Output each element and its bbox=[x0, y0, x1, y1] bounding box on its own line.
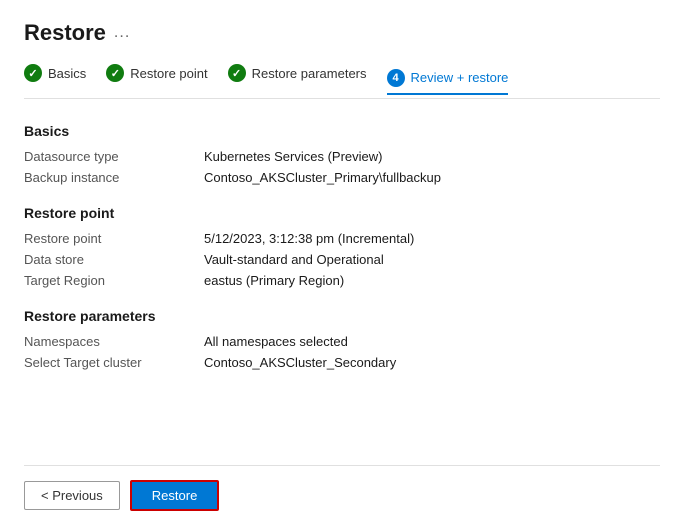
basics-section-title: Basics bbox=[24, 123, 660, 139]
content-area: Basics Datasource type Kubernetes Servic… bbox=[24, 123, 660, 465]
field-label-target-region: Target Region bbox=[24, 273, 204, 288]
step-basics[interactable]: Basics bbox=[24, 64, 86, 88]
restore-parameters-section: Restore parameters Namespaces All namesp… bbox=[24, 308, 660, 370]
step-basics-label: Basics bbox=[48, 66, 86, 81]
step-basics-check-icon bbox=[24, 64, 42, 82]
restore-parameters-section-title: Restore parameters bbox=[24, 308, 660, 324]
step-restore-parameters-check-icon bbox=[228, 64, 246, 82]
step-review-restore-number-icon: 4 bbox=[387, 69, 405, 87]
restore-point-section-title: Restore point bbox=[24, 205, 660, 221]
field-label-namespaces: Namespaces bbox=[24, 334, 204, 349]
field-value-restore-point: 5/12/2023, 3:12:38 pm (Incremental) bbox=[204, 231, 414, 246]
field-label-data-store: Data store bbox=[24, 252, 204, 267]
step-restore-parameters[interactable]: Restore parameters bbox=[228, 64, 367, 88]
field-value-target-region: eastus (Primary Region) bbox=[204, 273, 344, 288]
basics-section: Basics Datasource type Kubernetes Servic… bbox=[24, 123, 660, 185]
step-restore-point[interactable]: Restore point bbox=[106, 64, 207, 88]
field-label-target-cluster: Select Target cluster bbox=[24, 355, 204, 370]
step-restore-point-label: Restore point bbox=[130, 66, 207, 81]
field-label-restore-point: Restore point bbox=[24, 231, 204, 246]
restore-button[interactable]: Restore bbox=[130, 480, 220, 511]
field-row-namespaces: Namespaces All namespaces selected bbox=[24, 334, 660, 349]
field-value-backup-instance: Contoso_AKSCluster_Primary\fullbackup bbox=[204, 170, 441, 185]
field-label-backup-instance: Backup instance bbox=[24, 170, 204, 185]
step-review-restore-label: Review + restore bbox=[411, 70, 509, 85]
field-label-datasource: Datasource type bbox=[24, 149, 204, 164]
page-title: Restore bbox=[24, 20, 106, 46]
wizard-steps: Basics Restore point Restore parameters … bbox=[24, 64, 660, 99]
step-restore-parameters-label: Restore parameters bbox=[252, 66, 367, 81]
field-value-datasource: Kubernetes Services (Preview) bbox=[204, 149, 382, 164]
field-value-data-store: Vault-standard and Operational bbox=[204, 252, 384, 267]
field-row-restore-point: Restore point 5/12/2023, 3:12:38 pm (Inc… bbox=[24, 231, 660, 246]
field-row-backup-instance: Backup instance Contoso_AKSCluster_Prima… bbox=[24, 170, 660, 185]
field-row-target-cluster: Select Target cluster Contoso_AKSCluster… bbox=[24, 355, 660, 370]
field-value-target-cluster: Contoso_AKSCluster_Secondary bbox=[204, 355, 396, 370]
field-row-data-store: Data store Vault-standard and Operationa… bbox=[24, 252, 660, 267]
step-review-restore[interactable]: 4 Review + restore bbox=[387, 69, 509, 95]
field-value-namespaces: All namespaces selected bbox=[204, 334, 348, 349]
previous-button[interactable]: < Previous bbox=[24, 481, 120, 510]
restore-point-section: Restore point Restore point 5/12/2023, 3… bbox=[24, 205, 660, 288]
field-row-datasource: Datasource type Kubernetes Services (Pre… bbox=[24, 149, 660, 164]
footer-buttons: < Previous Restore bbox=[24, 465, 660, 511]
page-menu-icon[interactable]: ... bbox=[114, 24, 130, 42]
field-row-target-region: Target Region eastus (Primary Region) bbox=[24, 273, 660, 288]
page-header: Restore ... bbox=[24, 20, 660, 46]
step-restore-point-check-icon bbox=[106, 64, 124, 82]
